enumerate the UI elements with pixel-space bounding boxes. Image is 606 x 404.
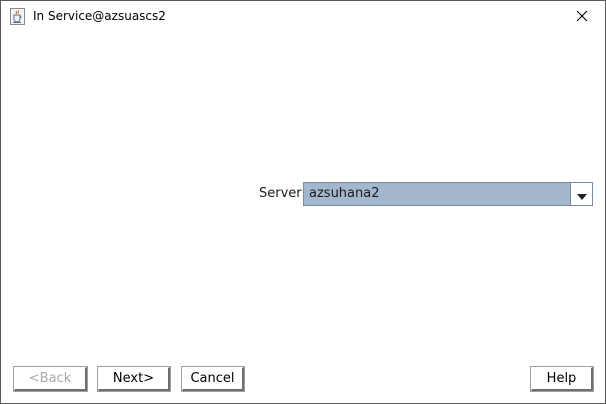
cancel-button[interactable]: Cancel [181,366,245,392]
title-bar[interactable]: In Service@azsuascs2 [1,1,605,31]
java-cup-icon [10,8,25,25]
close-button[interactable] [559,1,605,31]
next-button[interactable]: Next> [97,366,171,392]
server-selected-value: azsuhana2 [309,186,380,201]
dialog-window: In Service@azsuascs2 Server azsuhana2 <B… [0,0,606,404]
help-button[interactable]: Help [530,366,594,392]
server-dropdown[interactable]: azsuhana2 [303,182,593,206]
dropdown-arrow-button[interactable] [570,183,592,205]
back-button[interactable]: <Back [13,366,88,392]
close-icon [576,7,588,26]
server-label: Server [259,186,302,201]
chevron-down-icon [576,185,587,204]
wizard-content: Server azsuhana2 <Back Next> Cancel Help [1,31,605,403]
window-title: In Service@azsuascs2 [33,9,166,23]
